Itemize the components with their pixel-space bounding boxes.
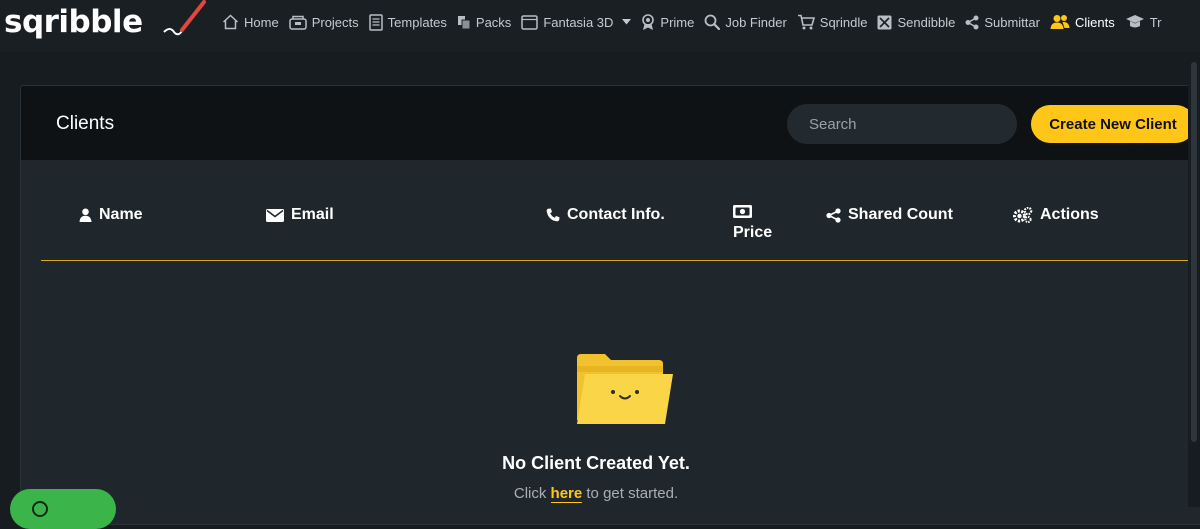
nav-label-templates: Templates [387, 14, 447, 30]
training-icon [1125, 15, 1144, 28]
nav-item-templates[interactable]: Templates [368, 13, 447, 31]
empty-state-subtitle: Click here to get started. [21, 485, 1171, 503]
phone-icon [546, 208, 560, 222]
column-header-shared-count[interactable]: Shared Count [826, 206, 953, 224]
clients-header: Clients Create New Client [21, 86, 1200, 160]
column-header-email[interactable]: Email [266, 206, 334, 224]
share-icon [826, 207, 841, 223]
column-label-contact-info: Contact Info. [567, 206, 665, 223]
home-icon [222, 14, 239, 30]
page-title: Clients [56, 113, 115, 134]
column-label-shared-count: Shared Count [848, 206, 953, 223]
nav-label-sqrindle: Sqrindle [819, 14, 868, 30]
clients-panel: Clients Create New Client Name Email Con… [20, 85, 1200, 525]
money-icon [733, 205, 752, 218]
nav-label-home: Home [244, 14, 279, 30]
column-header-name[interactable]: Name [79, 206, 143, 224]
clients-icon [1050, 15, 1070, 29]
nav-label-projects: Projects [311, 14, 359, 30]
gears-icon [1013, 207, 1033, 223]
search-box[interactable] [787, 104, 1017, 144]
search-icon [704, 14, 721, 30]
clients-table-header: Name Email Contact Info. Price Shared Co… [41, 160, 1200, 261]
column-label-name: Name [99, 206, 143, 223]
get-started-link[interactable]: here [550, 485, 583, 503]
sqribble-logo[interactable]: sqribble [0, 0, 222, 52]
user-icon [79, 208, 92, 222]
nav-item-clients[interactable]: Clients [1050, 14, 1115, 30]
column-label-actions: Actions [1040, 206, 1099, 223]
prime-icon [642, 13, 655, 30]
nav-label-job-finder: Job Finder [725, 14, 787, 30]
nav-label-training: Tr [1149, 14, 1162, 30]
share-icon [965, 15, 979, 29]
empty-state-suffix: to get started. [586, 485, 679, 502]
column-label-price: Price [733, 224, 773, 241]
help-chat-button[interactable] [10, 489, 116, 529]
top-navigation-bar: sqribble Home Projects Templates Packs F… [0, 0, 1200, 52]
templates-icon [368, 13, 383, 31]
help-icon [32, 501, 48, 517]
create-new-client-button[interactable]: Create New Client [1031, 105, 1195, 143]
fantasia-icon [521, 14, 539, 30]
nav-item-job-finder[interactable]: Job Finder [704, 14, 787, 30]
pen-icon [163, 0, 206, 36]
logo-text: sqribble [4, 4, 143, 40]
column-label-email: Email [291, 206, 334, 223]
empty-state-prefix: Click [513, 485, 547, 502]
nav-item-packs[interactable]: Packs [457, 15, 511, 30]
main-nav: Home Projects Templates Packs Fantasia 3… [222, 0, 1172, 48]
packs-icon [457, 15, 471, 29]
search-input[interactable] [809, 115, 1008, 133]
empty-state-title: No Client Created Yet. [502, 453, 690, 473]
nav-item-submittar[interactable]: Submittar [965, 15, 1040, 30]
nav-label-sendibble: Sendibble [897, 14, 956, 30]
scrollbar-thumb[interactable] [1191, 62, 1197, 442]
chevron-down-icon[interactable] [622, 19, 632, 25]
empty-folder-icon [577, 354, 673, 424]
mail-icon [877, 15, 892, 29]
nav-label-clients: Clients [1074, 14, 1115, 30]
nav-label-submittar: Submittar [984, 14, 1040, 30]
projects-icon [288, 15, 307, 30]
column-header-contact-info[interactable]: Contact Info. [546, 206, 665, 224]
nav-item-prime[interactable]: Prime [641, 13, 695, 31]
nav-label-packs: Packs [475, 14, 512, 30]
nav-item-sendibble[interactable]: Sendibble [877, 15, 955, 30]
nav-item-projects[interactable]: Projects [288, 14, 359, 30]
envelope-icon [266, 208, 284, 222]
column-header-price[interactable]: Price [733, 205, 772, 242]
cart-icon [797, 14, 815, 30]
column-header-actions[interactable]: Actions [1013, 206, 1099, 224]
nav-label-prime: Prime [660, 14, 695, 30]
nav-item-home[interactable]: Home [222, 14, 279, 30]
nav-item-fantasia-3d[interactable]: Fantasia 3D [521, 14, 632, 30]
nav-item-training[interactable]: Tr [1125, 14, 1162, 30]
nav-label-fantasia-3d: Fantasia 3D [543, 14, 614, 30]
nav-item-sqrindle[interactable]: Sqrindle [797, 14, 868, 30]
page-scrollbar[interactable] [1188, 52, 1200, 507]
